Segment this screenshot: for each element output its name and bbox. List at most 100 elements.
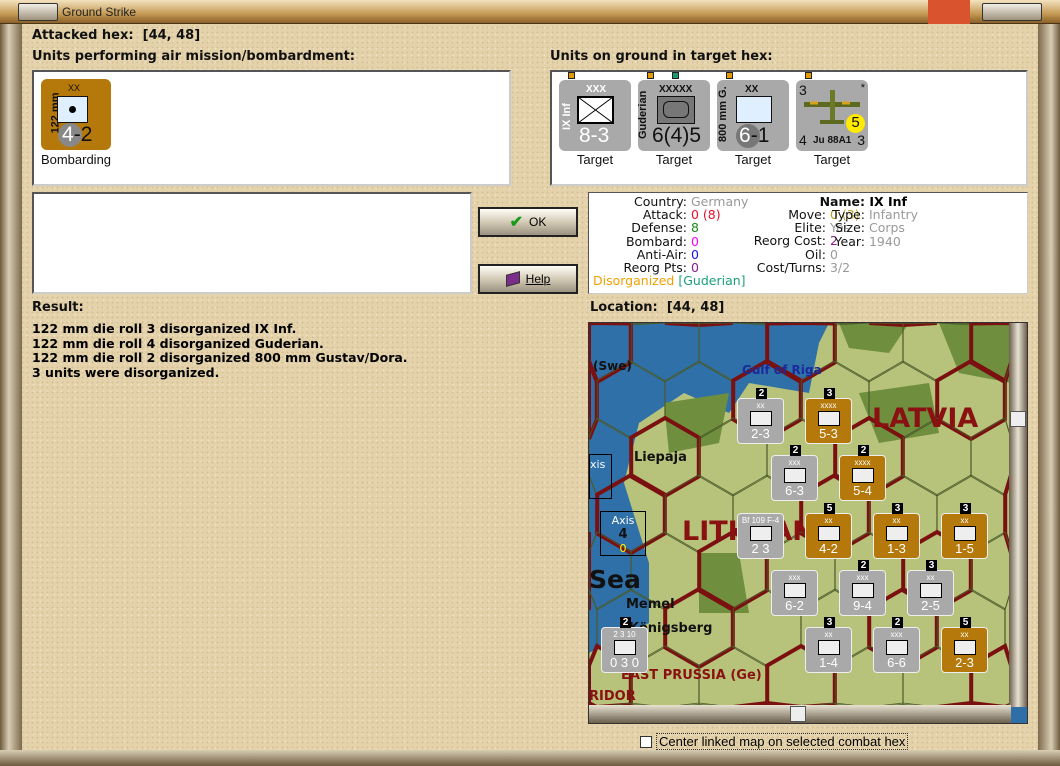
result-log: 122 mm die roll 3 disorganized IX Inf. 1… [32,321,408,380]
disorganized-marker-icon [726,72,733,79]
unit-name: Ju 88A1 [813,135,852,146]
axis-value: 4 [618,527,628,542]
center-map-label: Center linked map on selected combat hex [656,733,909,750]
map-unit-counter[interactable]: xxxx 5-4 2 [839,445,886,501]
location: Location: [44, 48] [590,300,724,315]
map-unit-counter[interactable]: xx 4-2 5 [805,503,852,559]
counter-badge: 2 [620,617,631,628]
result-line: 122 mm die roll 3 disorganized IX Inf. [32,321,297,336]
map-label-sweden: (Swe) [593,359,632,373]
axis-label: xis [590,458,606,471]
unit-status: Target [813,152,851,167]
counter-echelon: xx [892,516,901,525]
window-title: Ground Strike [62,5,137,19]
unit-name: Guderian [637,90,649,139]
map-label-liepaja: Liepaja [634,450,687,465]
air-stat: 3 [857,132,865,148]
map-unit-counter[interactable]: xx 1-5 3 [941,503,988,559]
counter-badge: 5 [824,503,835,514]
help-button[interactable]: Help [478,264,578,294]
map-vertical-scrollbar[interactable] [1009,323,1027,707]
unit-counter-800mm[interactable]: 800 mm G. XX 6-1 [717,80,789,151]
result-line: 122 mm die roll 4 disorganized Guderian. [32,335,324,351]
ok-button[interactable]: ✔ OK [478,207,578,237]
axis-naval-box[interactable]: Axis 4 0 [600,511,646,556]
hq-armor-symbol-icon [657,96,695,124]
mini-map[interactable]: (Swe) Gulf of Riga LATVIA LITHUANIA Liep… [588,322,1028,724]
map-horizontal-scrollbar[interactable] [589,705,1011,723]
air-mission-list: 122 mm XX 4-2 Bombarding [32,70,511,186]
unit-symbol-icon [885,526,908,541]
counter-badge: 2 [790,445,801,456]
ground-units-heading: Units on ground in target hex: [550,49,773,64]
title-bar: Ground Strike [0,0,1060,24]
counter-badge: 2 [892,617,903,628]
defense-label: Defense: [631,220,687,236]
map-unit-counter[interactable]: xxx 9-4 2 [839,560,886,616]
location-label: Location: [590,300,658,315]
counter-strength: 5-4 [853,483,872,498]
help-label: Help [525,272,551,286]
window-frame-bottom [0,750,1060,766]
scroll-thumb[interactable] [1010,411,1026,427]
map-unit-counter[interactable]: xx 1-4 3 [805,617,852,673]
counter-strength: 2 3 [751,541,770,556]
unit-counter-122mm[interactable]: 122 mm XX 4-2 [41,79,111,150]
status-value: Disorganized [593,273,675,289]
counter-strength: 6-6 [887,655,906,670]
unit-symbol-icon [817,411,840,426]
air-stat: 4 [799,132,807,148]
help-book-icon [505,271,520,287]
unit-counter-ju88[interactable]: 3 * 5 4 Ju 88A1 3 [796,80,868,151]
axis-value: 0 [619,542,627,555]
unit-echelon: XXX [586,84,607,95]
counter-strength: 2-3 [751,426,770,441]
map-unit-counter[interactable]: xxxx 5-3 3 [805,388,852,444]
counter-echelon: xxxx [854,458,871,467]
map-unit-counter[interactable]: xx 1-3 3 [873,503,920,559]
counter-strength: 1-5 [955,541,974,556]
counter-strength: 9-4 [853,598,872,613]
map-unit-counter[interactable]: xxx 6-3 2 [771,445,818,501]
center-map-option[interactable]: Center linked map on selected combat hex [640,733,909,750]
window-frame-right [1038,24,1060,750]
counter-echelon: xxx [788,458,801,467]
unit-echelon: XXXXX [659,84,693,95]
map-unit-counter[interactable]: Bf 109 F-4 2 3 [737,513,784,559]
unit-symbol-icon [851,583,874,598]
counter-strength: 6-2 [785,598,804,613]
center-map-checkbox[interactable] [640,735,652,748]
unit-echelon: XX [745,84,759,95]
year-label: Year: [834,233,865,249]
map-unit-counter[interactable]: xx 2-3 2 [737,388,784,444]
costturns-value: 3/2 [829,259,851,275]
counter-echelon: xx [926,573,935,582]
ground-strike-window: Ground Strike Attacked hex: [44, 48] Uni… [0,0,1060,766]
unit-symbol-icon [885,640,908,655]
disorganized-marker-icon [647,72,654,79]
year-value: 1940 [868,233,901,249]
unit-name: 800 mm G. [717,86,729,142]
window-menu-button[interactable] [18,3,58,21]
map-unit-counter[interactable]: xx 2-5 3 [907,560,954,616]
unit-symbol-icon [749,411,772,426]
counter-strength: 2-3 [955,655,974,670]
axis-box-partial[interactable]: xis [589,454,612,499]
counter-badge: 2 [756,388,767,399]
counter-badge: 3 [824,617,835,628]
window-frame-left [0,24,22,750]
close-button[interactable] [928,0,970,24]
bombard-label: Bombard: [625,233,687,249]
scroll-thumb[interactable] [790,706,806,722]
map-unit-counter[interactable]: xxx 6-2 [771,570,818,616]
window-control-button[interactable] [982,3,1042,21]
unit-counter-ix-inf[interactable]: IX Inf XXX 8-3 [559,80,631,151]
map-unit-counter[interactable]: xxx 6-6 2 [873,617,920,673]
size-label: Size: [835,220,865,236]
counter-strength: 1-3 [887,541,906,556]
unit-counter-guderian[interactable]: Guderian XXXXX 6(4)5 [637,80,710,151]
map-unit-counter[interactable]: xx 2-3 5 [941,617,988,673]
counter-echelon: xxxx [820,401,837,410]
map-unit-counter[interactable]: 2 3 10 0 3 0 2 [601,617,648,673]
map-label-memel: Memel [626,597,675,612]
